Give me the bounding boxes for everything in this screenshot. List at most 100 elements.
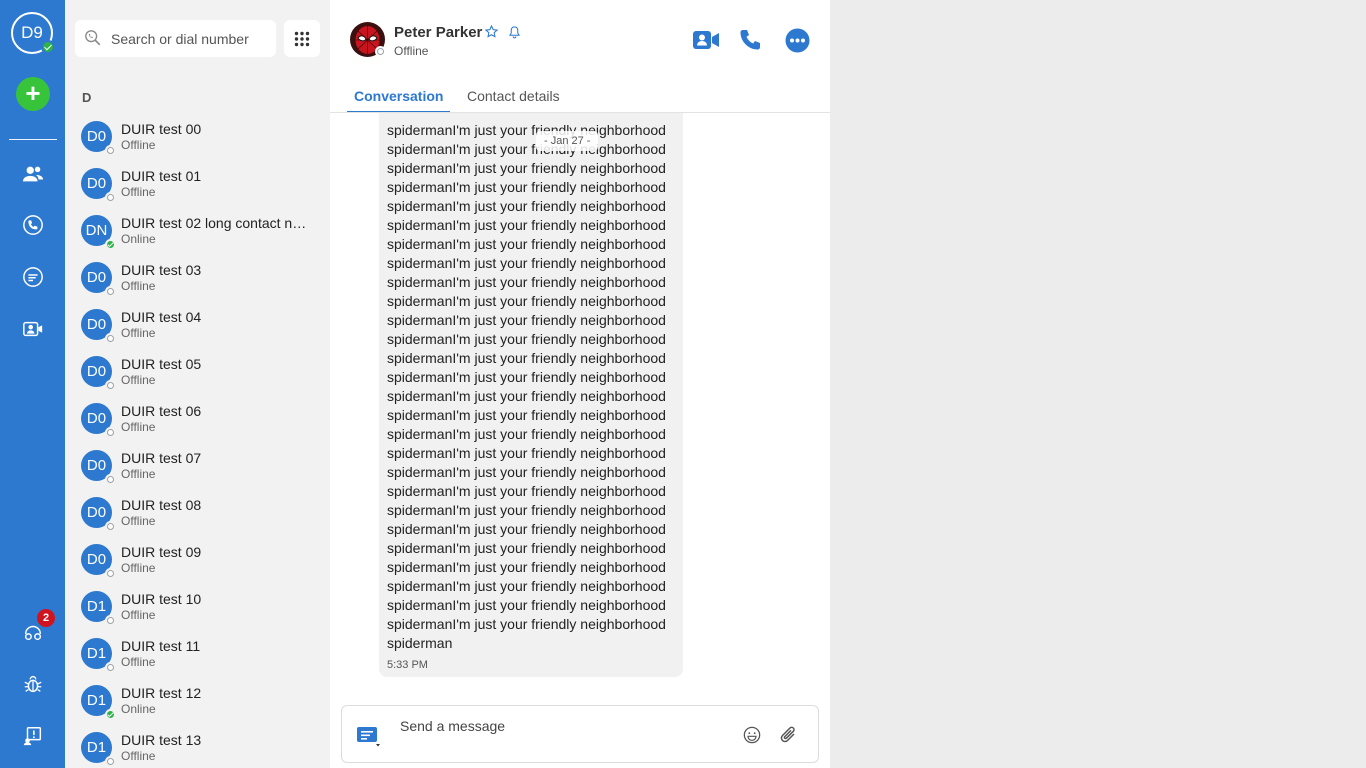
rail-divider — [9, 139, 57, 140]
offline-status-icon — [105, 145, 116, 156]
contact-name: DUIR test 12 — [121, 685, 202, 701]
message-line: spidermanI'm just your friendly neighbor… — [387, 274, 666, 290]
contact-name: DUIR test 08 — [121, 497, 202, 513]
video-meetings-icon[interactable] — [21, 317, 45, 341]
more-icon — [785, 28, 809, 52]
contact-status: Offline — [121, 561, 156, 575]
message-line: spidermanI'm just your friendly neighbor… — [387, 578, 666, 594]
contact-name: DUIR test 07 — [121, 450, 202, 466]
contacts-icon[interactable] — [21, 162, 45, 186]
attach-icon[interactable] — [779, 725, 799, 745]
contact-status: Offline — [121, 138, 156, 152]
contact-item[interactable]: D0 DUIR test 08 Offline — [65, 489, 330, 536]
contact-item[interactable]: D0 DUIR test 04 Offline — [65, 301, 330, 348]
notification-bell-icon[interactable] — [508, 25, 521, 39]
contact-initials: D0 — [86, 269, 107, 286]
message-line: spiderman — [387, 635, 453, 651]
contact-status: Offline — [121, 326, 156, 340]
video-call-button[interactable] — [692, 27, 720, 53]
contact-initials: D0 — [86, 410, 107, 427]
message-type-icon[interactable] — [356, 726, 380, 748]
offline-status-icon — [105, 568, 116, 579]
message-line: spidermanI'm just your friendly neighbor… — [387, 198, 666, 214]
message-line: spidermanI'm just your friendly neighbor… — [387, 350, 666, 366]
contact-initials: D0 — [86, 316, 107, 333]
contact-name: DUIR test 05 — [121, 356, 202, 372]
message-line: spidermanI'm just your friendly neighbor… — [387, 160, 666, 176]
dial-search-icon — [85, 30, 101, 46]
nav-rail: D9 + 2 — [0, 0, 65, 768]
offline-status-icon — [105, 662, 116, 673]
contact-item[interactable]: D0 DUIR test 05 Offline — [65, 348, 330, 395]
offline-status-icon — [105, 286, 116, 297]
contact-item[interactable]: D0 DUIR test 01 Offline — [65, 160, 330, 207]
contact-name: DUIR test 10 — [121, 591, 202, 607]
message-input[interactable] — [400, 714, 730, 738]
feedback-icon[interactable] — [21, 724, 45, 748]
online-status-icon — [105, 709, 116, 720]
contact-initials: D0 — [86, 128, 107, 145]
message-composer[interactable] — [341, 705, 819, 763]
contact-name: DUIR test 01 — [121, 168, 202, 184]
audio-call-button[interactable] — [736, 27, 764, 53]
new-action-button[interactable]: + — [16, 77, 50, 111]
contact-item[interactable]: D1 DUIR test 12 Online — [65, 677, 330, 724]
notification-badge: 2 — [37, 609, 55, 627]
message-line: spidermanI'm just your friendly neighbor… — [387, 141, 666, 157]
message-line: spidermanI'm just your friendly neighbor… — [387, 445, 666, 461]
search-input[interactable] — [111, 20, 271, 57]
calls-icon[interactable] — [21, 213, 45, 237]
dialpad-button[interactable] — [284, 20, 320, 57]
message-line: spidermanI'm just your friendly neighbor… — [387, 464, 666, 480]
contact-initials: D0 — [86, 175, 107, 192]
user-avatar[interactable]: D9 — [11, 12, 55, 54]
contact-name: DUIR test 11 — [121, 638, 201, 654]
contact-list: D0 DUIR test 00 Offline D0 DUIR test 01 Offli… — [65, 113, 330, 768]
search-box[interactable] — [75, 20, 276, 57]
contact-item[interactable]: D0 DUIR test 09 Offline — [65, 536, 330, 583]
bug-report-icon[interactable] — [21, 672, 45, 696]
contact-initials: D1 — [86, 692, 107, 709]
contact-name: DUIR test 00 — [121, 121, 202, 137]
contact-status: Online — [121, 232, 156, 246]
contact-item[interactable]: D0 DUIR test 00 Offline — [65, 113, 330, 160]
offline-status-icon — [105, 474, 116, 485]
contact-item[interactable]: D1 DUIR test 13 Offline — [65, 724, 330, 768]
contact-status: Offline — [121, 655, 156, 669]
contact-item[interactable]: DN DUIR test 02 long contact na... Online — [65, 207, 330, 254]
favorite-star-icon[interactable] — [485, 25, 498, 38]
contact-item[interactable]: D1 DUIR test 11 Offline — [65, 630, 330, 677]
conversation-panel: Peter Parker Offline Conversation Contac… — [330, 0, 830, 768]
contact-initials: DN — [85, 222, 108, 239]
contact-name: DUIR test 04 — [121, 309, 202, 325]
contact-initials: D0 — [86, 551, 107, 568]
message-line: spidermanI'm just your friendly neighbor… — [387, 122, 666, 138]
emoji-icon[interactable] — [743, 726, 761, 744]
message-bubble[interactable]: spidermanI'm just your friendly neighbor… — [379, 113, 683, 677]
tab-conversation[interactable]: Conversation — [347, 88, 451, 113]
peer-status-text: Offline — [394, 44, 429, 58]
peer-offline-status — [375, 46, 386, 57]
contact-name: DUIR test 09 — [121, 544, 202, 560]
contact-item[interactable]: D0 DUIR test 06 Offline — [65, 395, 330, 442]
contact-item[interactable]: D0 DUIR test 07 Offline — [65, 442, 330, 489]
offline-status-icon — [105, 427, 116, 438]
contact-status: Offline — [121, 185, 156, 199]
contact-initials: D0 — [86, 363, 107, 380]
message-line: spidermanI'm just your friendly neighbor… — [387, 521, 666, 537]
contact-initials: D1 — [86, 598, 107, 615]
contact-item[interactable]: D1 DUIR test 10 Offline — [65, 583, 330, 630]
more-options-button[interactable] — [783, 27, 811, 53]
tab-contact-details[interactable]: Contact details — [467, 88, 560, 113]
offline-status-icon — [105, 756, 116, 767]
contact-status: Offline — [121, 279, 156, 293]
message-line: spidermanI'm just your friendly neighbor… — [387, 559, 666, 575]
user-initials: D9 — [21, 23, 43, 42]
online-status-icon — [105, 239, 116, 250]
message-line: spidermanI'm just your friendly neighbor… — [387, 217, 666, 233]
offline-status-icon — [105, 615, 116, 626]
contact-initials: D1 — [86, 739, 107, 756]
contact-item[interactable]: D0 DUIR test 03 Offline — [65, 254, 330, 301]
messages-icon[interactable] — [21, 265, 45, 289]
video-call-icon — [693, 31, 719, 49]
